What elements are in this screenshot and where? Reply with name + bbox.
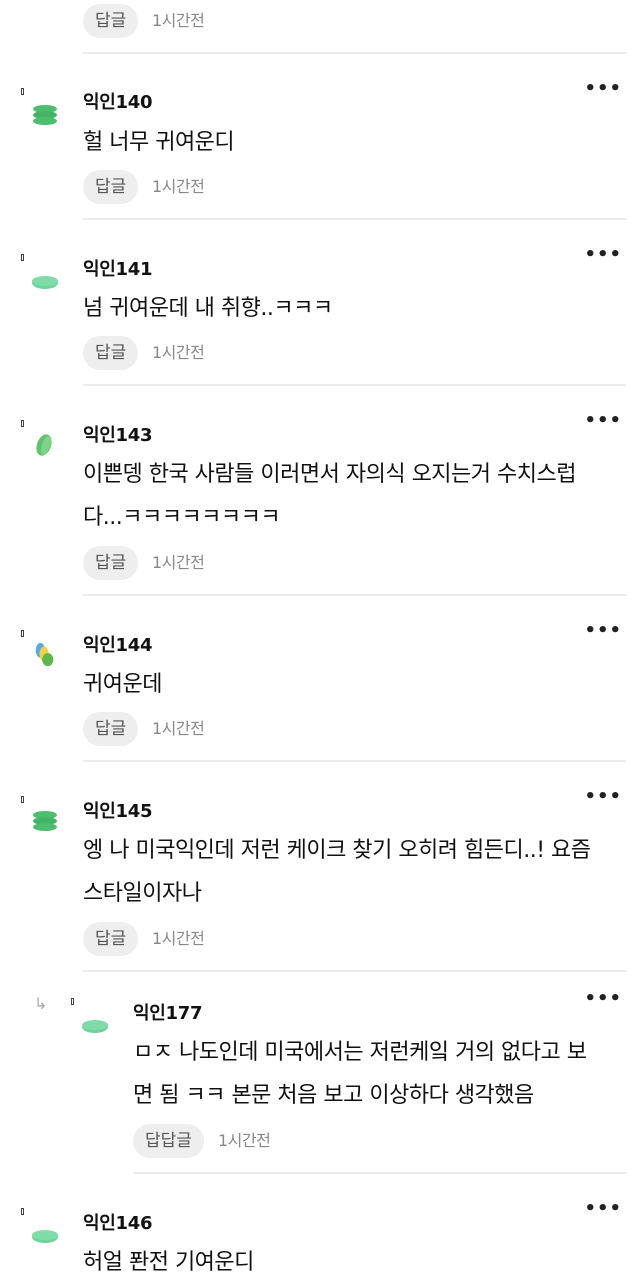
comment-body: 이쁜뎅 한국 사람들 이러면서 자의식 오지는거 수치스럽 다...ㅋㅋㅋㅋㅋㅋ… bbox=[83, 462, 576, 530]
comment-body: ㅁㅈ 나도인데 미국에서는 저런케잌 거의 없다고 보 면 됨 ㅋㅋ 본문 처음… bbox=[133, 1040, 587, 1108]
comment-time: 1시간전 bbox=[152, 719, 205, 738]
comment-author[interactable]: 익인140 bbox=[83, 88, 153, 114]
level-marker-icon bbox=[21, 1208, 24, 1215]
more-dots-icon[interactable]: ••• bbox=[584, 788, 622, 806]
avatar bbox=[35, 642, 54, 667]
divider bbox=[83, 760, 626, 762]
more-dots-icon[interactable]: ••• bbox=[584, 990, 622, 1008]
reply-button[interactable]: 답글 bbox=[83, 922, 139, 956]
divider bbox=[83, 218, 626, 220]
divider bbox=[83, 384, 626, 386]
level-marker-icon bbox=[21, 420, 24, 427]
level-marker-icon bbox=[21, 254, 24, 261]
more-dots-icon[interactable]: ••• bbox=[584, 246, 622, 264]
level-marker-icon bbox=[21, 88, 24, 95]
avatar bbox=[82, 1020, 108, 1033]
comment-time: 1시간전 bbox=[152, 11, 205, 30]
comment-time: 1시간전 bbox=[152, 929, 205, 948]
divider bbox=[83, 52, 626, 54]
avatar bbox=[33, 811, 57, 831]
comment-time: 1시간전 bbox=[152, 177, 205, 196]
comment-author[interactable]: 익인177 bbox=[133, 999, 203, 1025]
comment-time: 1시간전 bbox=[218, 1131, 271, 1150]
comment-author[interactable]: 익인144 bbox=[83, 631, 153, 657]
comment-body: 넘 귀여운데 내 취향..ㅋㅋㅋ bbox=[83, 296, 333, 321]
more-dots-icon[interactable]: ••• bbox=[584, 622, 622, 640]
comment-time: 1시간전 bbox=[152, 553, 205, 572]
comment-author[interactable]: 익인143 bbox=[83, 421, 153, 447]
reply-button[interactable]: 답글 bbox=[83, 170, 139, 204]
comment-author[interactable]: 익인146 bbox=[83, 1209, 153, 1235]
avatar bbox=[32, 1230, 58, 1243]
divider bbox=[83, 594, 626, 596]
level-marker-icon bbox=[21, 630, 24, 637]
reply-button[interactable]: 답글 bbox=[83, 712, 139, 746]
comment-body: 엥 나 미국익인데 저런 케이크 찾기 오히려 힘든디..! 요즘 스타일이자나 bbox=[83, 838, 591, 906]
comment-body: 귀여운데 bbox=[83, 672, 162, 697]
more-dots-icon[interactable]: ••• bbox=[584, 80, 622, 98]
avatar bbox=[32, 276, 58, 289]
more-dots-icon[interactable]: ••• bbox=[584, 412, 622, 430]
more-dots-icon[interactable]: ••• bbox=[584, 1200, 622, 1218]
comment-body: 허얼 퐌전 기여운디 bbox=[83, 1250, 254, 1275]
avatar bbox=[33, 105, 57, 125]
comment-author[interactable]: 익인141 bbox=[83, 255, 153, 281]
reply-button[interactable]: 답글 bbox=[83, 4, 139, 38]
reply-button[interactable]: 답글 bbox=[83, 546, 139, 580]
comment-author[interactable]: 익인145 bbox=[83, 797, 153, 823]
comment-time: 1시간전 bbox=[152, 343, 205, 362]
reply-button[interactable]: 답글 bbox=[83, 336, 139, 370]
divider bbox=[133, 1172, 626, 1174]
level-marker-icon bbox=[21, 796, 24, 803]
comment-body: 헐 너무 귀여운디 bbox=[83, 130, 235, 155]
reply-button[interactable]: 답답글 bbox=[133, 1124, 204, 1158]
level-marker-icon bbox=[71, 998, 74, 1005]
avatar bbox=[36, 434, 52, 456]
divider bbox=[83, 970, 626, 972]
reply-arrow-icon: ↳ bbox=[34, 994, 48, 1013]
